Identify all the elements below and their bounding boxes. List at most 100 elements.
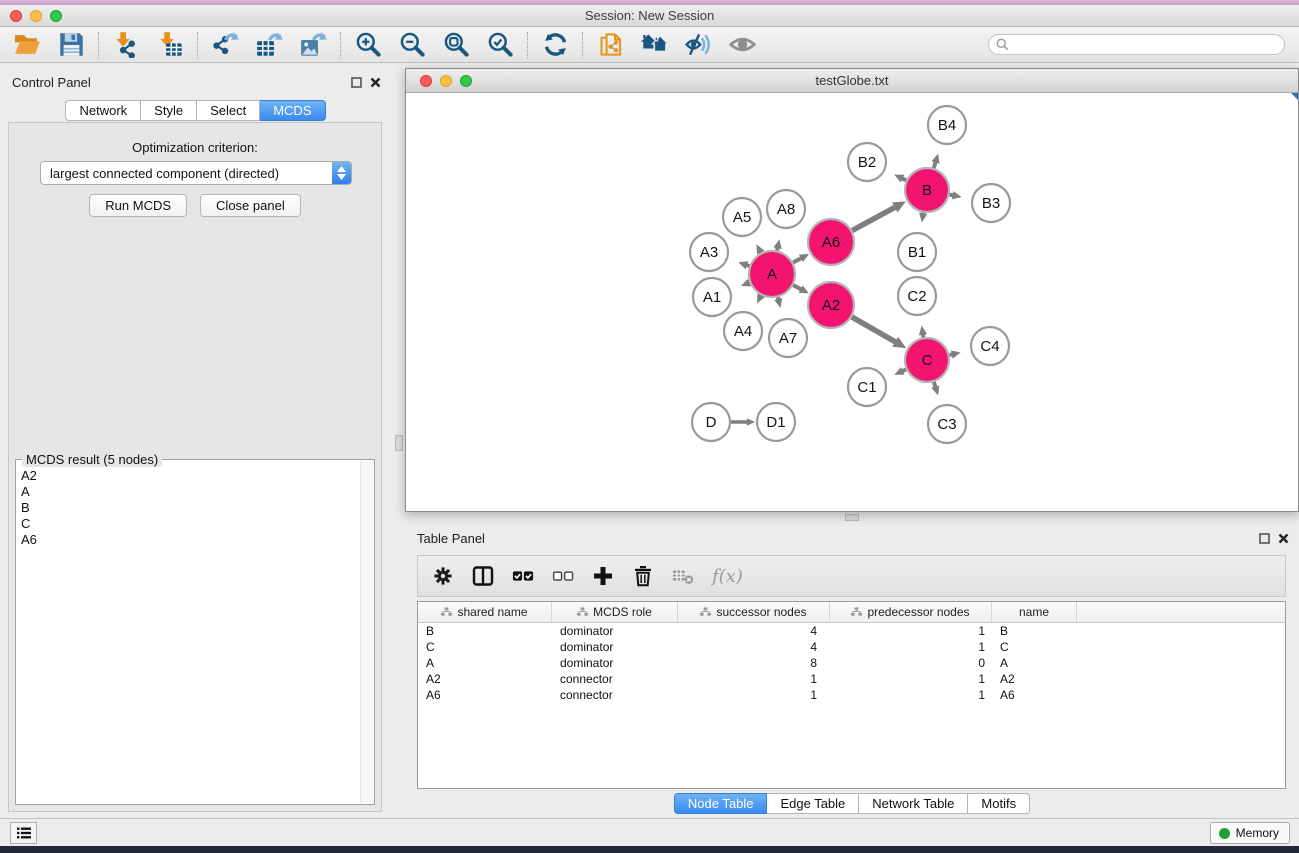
import-network-button[interactable]	[109, 30, 143, 60]
table-row[interactable]: A6connector11A6	[418, 687, 1285, 703]
run-mcds-button[interactable]: Run MCDS	[89, 194, 187, 217]
zoom-fit-icon	[443, 31, 470, 58]
delete-column-button[interactable]	[632, 565, 654, 587]
tab-edge-table[interactable]: Edge Table	[767, 793, 859, 814]
export-network-button[interactable]	[208, 30, 242, 60]
column-header-MCDS-role[interactable]: MCDS role	[552, 602, 678, 622]
birds-eye-view-button[interactable]	[725, 30, 759, 60]
table-tabs: Node TableEdge TableNetwork TableMotifs	[405, 793, 1299, 814]
home-button[interactable]	[637, 30, 671, 60]
edge-arrowhead	[747, 418, 755, 426]
close-panel-icon[interactable]	[370, 77, 381, 88]
select-all-button[interactable]	[512, 565, 534, 587]
tab-select[interactable]: Select	[197, 100, 260, 121]
mcds-result-item[interactable]: A6	[18, 532, 358, 548]
horizontal-splitter-handle[interactable]	[845, 514, 859, 521]
criterion-dropdown[interactable]: largest connected component (directed)	[40, 161, 352, 185]
open-session-icon	[14, 31, 41, 58]
edge-A-A2[interactable]	[793, 285, 801, 289]
edge-B-B4[interactable]	[934, 162, 936, 169]
node-table-header[interactable]: shared nameMCDS rolesuccessor nodes prede…	[418, 602, 1285, 623]
mcds-result-item[interactable]: A2	[18, 468, 358, 484]
column-header-shared-name[interactable]: shared name	[418, 602, 552, 622]
task-list-icon	[16, 826, 32, 840]
node-label-C2: C2	[907, 288, 926, 305]
table-cell: dominator	[552, 623, 678, 639]
column-header-label: predecessor nodes	[867, 605, 969, 619]
tab-style[interactable]: Style	[141, 100, 197, 121]
table-cell: B	[418, 623, 552, 639]
delete-table-button[interactable]	[672, 565, 694, 587]
tab-node-table[interactable]: Node Table	[674, 793, 768, 814]
table-cell: dominator	[552, 639, 678, 655]
tab-motifs[interactable]: Motifs	[968, 793, 1030, 814]
tab-mcds[interactable]: MCDS	[260, 100, 325, 121]
column-header-successor-nodes[interactable]: successor nodes	[678, 602, 830, 622]
table-settings-button[interactable]	[432, 565, 454, 587]
mcds-panel: Optimization criterion: largest connecte…	[8, 122, 382, 812]
toolbar-group	[593, 30, 759, 60]
graphics-details-button[interactable]	[681, 30, 715, 60]
edge-arrowhead	[951, 350, 961, 358]
network-graph[interactable]: AA1A2A3A4A5A6A7A8BB1B2B3B4CC1C2C3C4DD1	[406, 93, 1298, 511]
close-table-panel-icon[interactable]	[1278, 533, 1289, 544]
toolbar-separator	[527, 32, 528, 58]
zoom-selected-button[interactable]	[483, 30, 517, 60]
table-row[interactable]: Cdominator41C	[418, 639, 1285, 655]
vertical-splitter-handle[interactable]	[395, 435, 403, 451]
export-table-button[interactable]	[252, 30, 286, 60]
tab-network[interactable]: Network	[65, 100, 141, 121]
network-canvas[interactable]: AA1A2A3A4A5A6A7A8BB1B2B3B4CC1C2C3C4DD1	[406, 93, 1298, 511]
mcds-result-item[interactable]: A	[18, 484, 358, 500]
edge-A6-B[interactable]	[852, 207, 896, 231]
zoom-out-icon	[399, 31, 426, 58]
table-panel: Table Panel f(x) shared nameMCDS rolesuc…	[405, 523, 1299, 823]
edge-A-A6[interactable]	[793, 258, 802, 263]
export-image-button[interactable]	[296, 30, 330, 60]
float-table-panel-icon[interactable]	[1259, 533, 1270, 544]
column-type-icon	[577, 607, 588, 617]
add-column-button[interactable]	[592, 565, 614, 587]
column-visibility-button[interactable]	[472, 565, 494, 587]
task-history-button[interactable]	[10, 822, 37, 844]
search-input[interactable]	[1009, 38, 1284, 52]
zoom-in-icon	[355, 31, 382, 58]
zoom-out-button[interactable]	[395, 30, 429, 60]
mcds-result-list[interactable]: A2ABCA6	[18, 468, 358, 802]
table-cell: 4	[678, 623, 830, 639]
delete-column-icon	[632, 565, 654, 587]
save-session-button[interactable]	[54, 30, 88, 60]
edge-A2-C[interactable]	[852, 317, 896, 342]
deselect-all-button[interactable]	[552, 565, 574, 587]
table-row[interactable]: A2connector11A2	[418, 671, 1285, 687]
column-header-name[interactable]: name	[992, 602, 1077, 622]
open-session-button[interactable]	[10, 30, 44, 60]
import-table-button[interactable]	[153, 30, 187, 60]
result-list-scrollbar[interactable]	[360, 461, 373, 803]
column-header-predecessor-nodes[interactable]: predecessor nodes	[830, 602, 992, 622]
table-row[interactable]: Adominator80A	[418, 655, 1285, 671]
mcds-result-item[interactable]: B	[18, 500, 358, 516]
zoom-fit-button[interactable]	[439, 30, 473, 60]
toolbar-group	[109, 30, 187, 60]
add-column-icon	[592, 565, 614, 587]
node-table[interactable]: shared nameMCDS rolesuccessor nodes prede…	[417, 601, 1286, 789]
zoom-in-button[interactable]	[351, 30, 385, 60]
table-row[interactable]: Bdominator41B	[418, 623, 1285, 639]
tab-network-table[interactable]: Network Table	[859, 793, 968, 814]
table-cell: 1	[678, 671, 830, 687]
column-type-icon	[441, 607, 452, 617]
mcds-result-item[interactable]: C	[18, 516, 358, 532]
search-box[interactable]	[988, 34, 1285, 55]
app-titlebar[interactable]: Session: New Session	[0, 5, 1299, 27]
duplicate-network-button[interactable]	[593, 30, 627, 60]
main-toolbar	[0, 27, 1299, 63]
network-window-titlebar[interactable]: testGlobe.txt	[406, 69, 1298, 93]
dropdown-stepper-icon	[332, 162, 351, 184]
refresh-button[interactable]	[538, 30, 572, 60]
close-panel-button[interactable]: Close panel	[200, 194, 301, 217]
function-builder-button[interactable]: f(x)	[712, 566, 743, 587]
toolbar-group	[10, 30, 88, 60]
float-panel-icon[interactable]	[351, 77, 362, 88]
memory-button[interactable]: Memory	[1210, 822, 1290, 844]
